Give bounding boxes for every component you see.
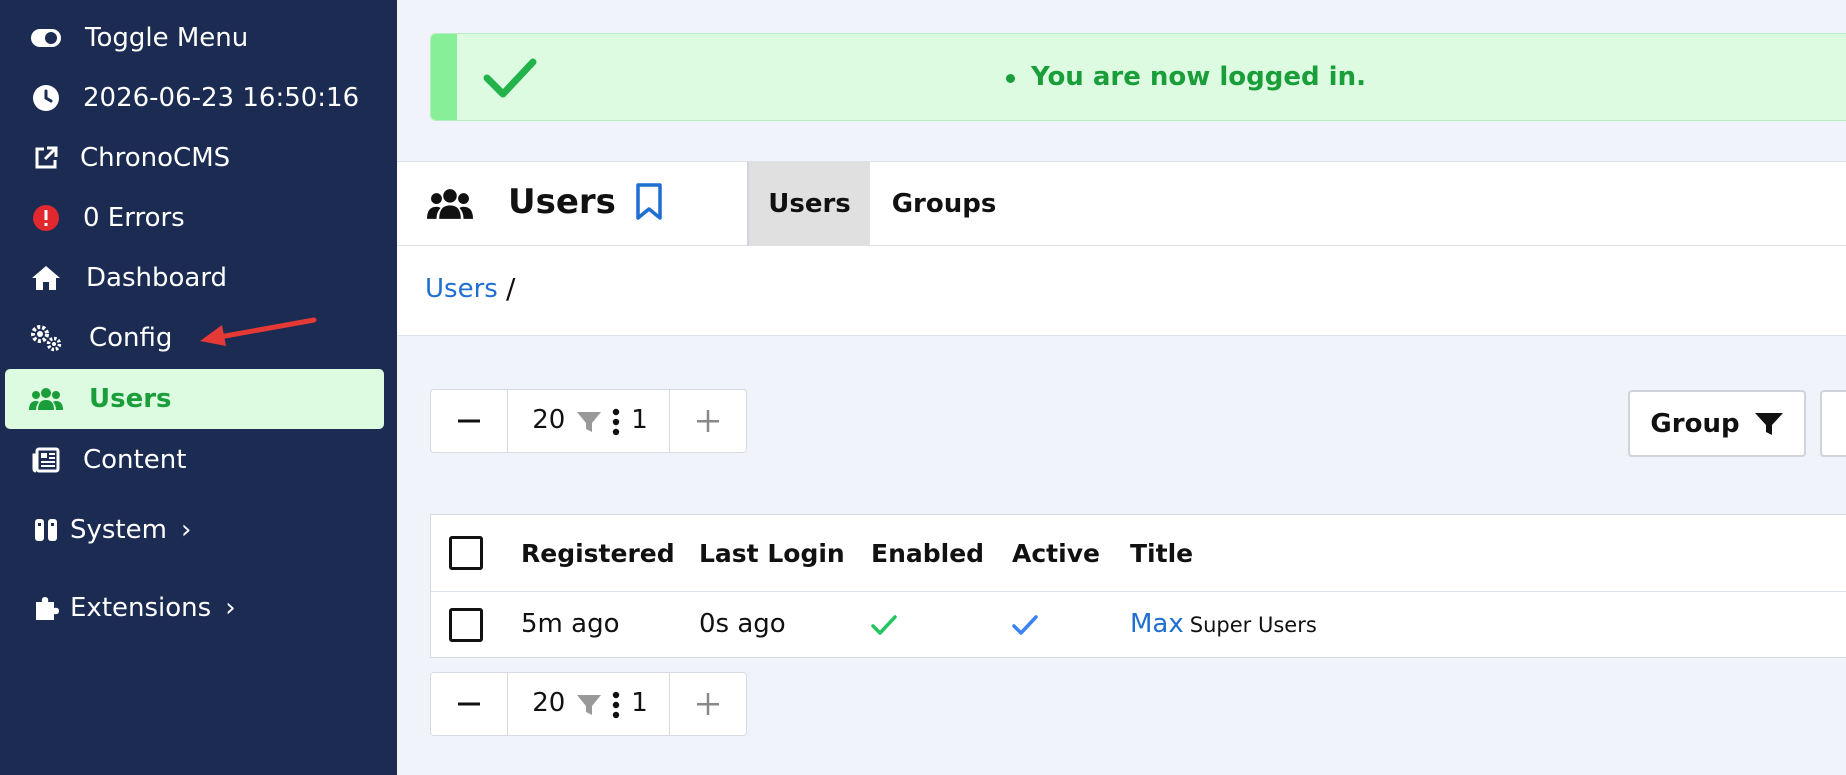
row-checkbox[interactable] (449, 608, 483, 642)
sidebar-item-label: Dashboard (86, 263, 228, 293)
alert-message: You are now logged in. (1031, 62, 1366, 92)
sidebar-item-config[interactable]: Config (5, 308, 384, 368)
pager-bottom: 20 1 (430, 672, 747, 736)
active-check-icon[interactable] (1012, 614, 1038, 636)
sidebar-item-dashboard[interactable]: Dashboard (5, 248, 384, 308)
newspaper-icon (29, 443, 63, 477)
group-filter-button[interactable]: Group (1628, 390, 1806, 457)
breadcrumb: Users / (397, 246, 1846, 336)
external-link-icon (29, 141, 63, 175)
user-group-label: Super Users (1189, 613, 1317, 637)
user-link-max[interactable]: Max (1130, 609, 1184, 639)
puzzle-icon (29, 591, 63, 625)
bullet-icon (1006, 74, 1015, 83)
chevron-right-icon: › (225, 593, 236, 623)
filter-icon[interactable] (576, 693, 602, 717)
success-alert: You are now logged in. (430, 33, 1846, 121)
cell-last-login: 0s ago (699, 609, 786, 639)
users-table: Registered Last Login Enabled Active Tit… (430, 514, 1846, 658)
sidebar-item-label: 2026-06-23 16:50:16 (83, 83, 360, 113)
page-title: Users (508, 182, 616, 222)
column-header-active[interactable]: Active (1012, 539, 1100, 568)
page-number: 1 (631, 688, 648, 718)
sidebar-item-toggle-menu[interactable]: Toggle Menu (5, 8, 384, 68)
bookmark-icon[interactable] (635, 182, 663, 222)
sidebar-item-label: Content (83, 445, 187, 475)
plus-icon (696, 693, 719, 715)
pager-prev-button[interactable] (431, 673, 507, 735)
users-icon (427, 189, 473, 219)
sidebar-item-label: Users (89, 384, 172, 414)
sidebar-item-label: Extensions (70, 593, 212, 623)
cell-title: Max Super Users (1130, 609, 1317, 639)
filter-icon[interactable] (576, 410, 602, 434)
breadcrumb-separator: / (506, 272, 516, 305)
column-header-last-login[interactable]: Last Login (699, 539, 845, 568)
more-vertical-icon[interactable] (612, 691, 620, 719)
page-header: Users Users Groups (397, 161, 1846, 246)
home-icon (29, 261, 63, 295)
tab-users[interactable]: Users (749, 162, 870, 246)
pager-prev-button[interactable] (431, 390, 507, 452)
tab-groups[interactable]: Groups (870, 162, 1018, 246)
per-page-count: 20 (532, 688, 566, 718)
pager-info: 20 1 (507, 390, 670, 452)
plus-icon (696, 410, 719, 432)
column-header-registered[interactable]: Registered (521, 539, 675, 568)
pager-next-button[interactable] (670, 390, 746, 452)
toggle-icon (29, 21, 63, 55)
column-header-enabled[interactable]: Enabled (871, 539, 984, 568)
gears-icon (29, 321, 63, 355)
sidebar: Toggle Menu 2026-06-23 16:50:16 ChronoCM… (0, 0, 397, 775)
sidebar-item-label: System (70, 515, 167, 545)
table-row: 5m ago 0s ago Max Super Users (431, 592, 1846, 658)
sidebar-item-label: Toggle Menu (85, 23, 249, 53)
filter-icon (1754, 412, 1783, 435)
alert-accent-bar (431, 34, 457, 120)
toolbar-button-partial[interactable] (1820, 390, 1846, 457)
sidebar-item-label: ChronoCMS (80, 143, 231, 173)
clock-icon (29, 81, 63, 115)
pager-info: 20 1 (507, 673, 670, 735)
page-number: 1 (631, 405, 648, 435)
pager-top: 20 1 (430, 389, 747, 453)
error-icon (29, 201, 63, 235)
minus-icon (458, 419, 481, 423)
breadcrumb-link-users[interactable]: Users (425, 274, 498, 304)
table-header-row: Registered Last Login Enabled Active Tit… (431, 515, 1846, 592)
more-vertical-icon[interactable] (612, 408, 620, 436)
enabled-check-icon[interactable] (871, 614, 897, 636)
cell-registered: 5m ago (521, 609, 620, 639)
sidebar-item-label: 0 Errors (83, 203, 185, 233)
sidebar-item-label: Config (89, 323, 173, 353)
sidebar-item-chronocms[interactable]: ChronoCMS (5, 128, 384, 188)
sidebar-item-system[interactable]: System › (5, 500, 384, 560)
minus-icon (458, 702, 481, 706)
check-icon (483, 58, 537, 98)
pager-next-button[interactable] (670, 673, 746, 735)
sidebar-item-errors[interactable]: 0 Errors (5, 188, 384, 248)
group-button-label: Group (1650, 408, 1740, 439)
chevron-right-icon: › (180, 515, 192, 545)
select-all-checkbox[interactable] (449, 536, 483, 570)
column-header-title[interactable]: Title (1130, 539, 1193, 568)
sidebar-item-extensions[interactable]: Extensions › (5, 578, 384, 638)
sidebar-item-datetime[interactable]: 2026-06-23 16:50:16 (5, 68, 384, 128)
users-icon (29, 382, 63, 416)
sidebar-item-content[interactable]: Content (5, 430, 384, 490)
system-icon (29, 513, 63, 547)
sidebar-item-users[interactable]: Users (5, 369, 384, 429)
per-page-count: 20 (532, 405, 566, 435)
